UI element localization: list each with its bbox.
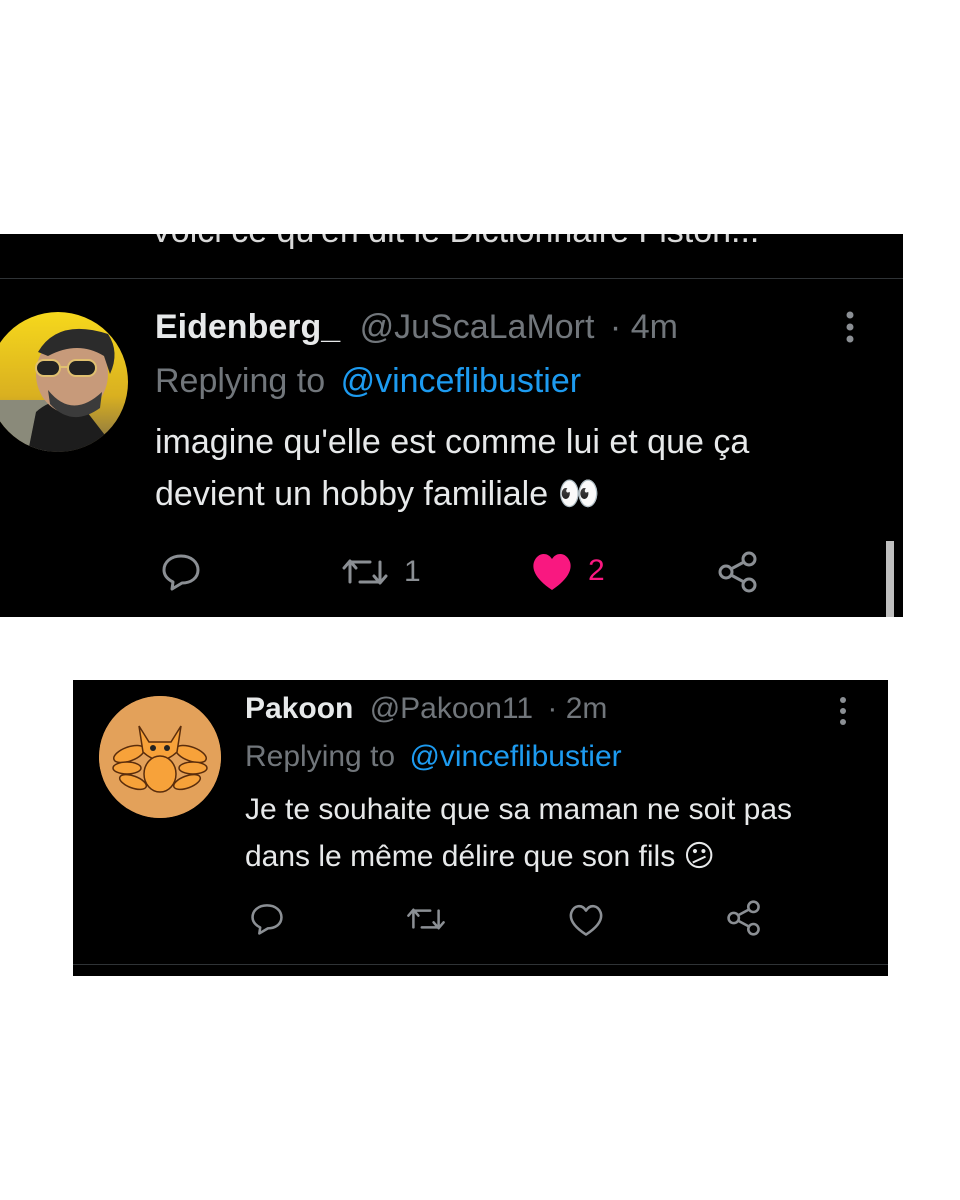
tweet-header: Pakoon @Pakoon11 · 2m: [245, 692, 607, 726]
avatar-fox-illustration: [99, 696, 221, 818]
replying-line: Replying to @vinceflibustier: [245, 740, 622, 774]
share-icon: [727, 900, 760, 936]
display-name[interactable]: Pakoon: [245, 692, 353, 725]
share-icon: [718, 551, 757, 593]
like-count: 2: [588, 554, 605, 587]
reply-mention-link[interactable]: @vinceflibustier: [409, 740, 621, 773]
more-icon[interactable]: [833, 696, 853, 731]
share-button[interactable]: [716, 551, 760, 593]
reply-icon: [251, 904, 283, 935]
timestamp[interactable]: · 2m: [547, 692, 607, 725]
tweet-card-eidenberg[interactable]: Voici ce qu'en dit le Dictionnaire Fisto…: [0, 234, 903, 617]
tweet-card-pakoon[interactable]: Pakoon @Pakoon11 · 2m Replying to @vince…: [73, 680, 888, 976]
tweet-text: imagine qu'elle est comme lui et que ça …: [155, 420, 749, 516]
timestamp[interactable]: · 4m: [610, 308, 678, 346]
previous-tweet-text: Voici ce qu'en dit le Dictionnaire Fisto…: [150, 234, 759, 251]
like-icon: [569, 905, 603, 936]
like-icon: [533, 553, 571, 590]
replying-label: Replying to: [155, 362, 326, 400]
replying-line: Replying to @vinceflibustier: [155, 362, 581, 401]
tweet-text-line: Je te souhaite que sa maman ne soit pas: [245, 793, 793, 826]
like-button[interactable]: [567, 902, 605, 938]
tweet-text-line: devient un hobby familiale 👀: [155, 475, 600, 514]
avatar[interactable]: [99, 696, 221, 818]
avatar[interactable]: [0, 312, 128, 452]
more-icon[interactable]: [838, 310, 862, 349]
display-name[interactable]: Eidenberg_: [155, 308, 340, 346]
tweet-text-line: dans le même délire que son fils 😕: [245, 840, 715, 873]
scrollbar-thumb[interactable]: [886, 541, 894, 617]
replying-label: Replying to: [245, 740, 396, 773]
retweet-icon: [342, 559, 388, 585]
divider: [0, 278, 903, 279]
retweet-icon: [407, 908, 445, 930]
like-button[interactable]: 2: [530, 550, 605, 592]
reply-mention-link[interactable]: @vinceflibustier: [341, 362, 582, 400]
tweet-text-line: imagine qu'elle est comme lui et que ça: [155, 423, 750, 461]
reply-button[interactable]: [249, 902, 285, 936]
avatar-photo: [0, 312, 128, 452]
previous-tweet-fragment: Voici ce qu'en dit le Dictionnaire Fisto…: [0, 234, 903, 274]
retweet-count: 1: [404, 555, 421, 588]
retweet-button[interactable]: 1: [340, 552, 421, 592]
share-button[interactable]: [725, 900, 763, 936]
handle[interactable]: @Pakoon11: [370, 692, 533, 725]
handle[interactable]: @JuScaLaMort: [360, 308, 595, 346]
tweet-header: Eidenberg_ @JuScaLaMort · 4m: [155, 308, 678, 347]
retweet-button[interactable]: [405, 902, 447, 936]
tweet-text: Je te souhaite que sa maman ne soit pas …: [245, 790, 792, 876]
reply-button[interactable]: [160, 552, 202, 592]
reply-icon: [162, 554, 200, 591]
divider: [73, 964, 888, 965]
